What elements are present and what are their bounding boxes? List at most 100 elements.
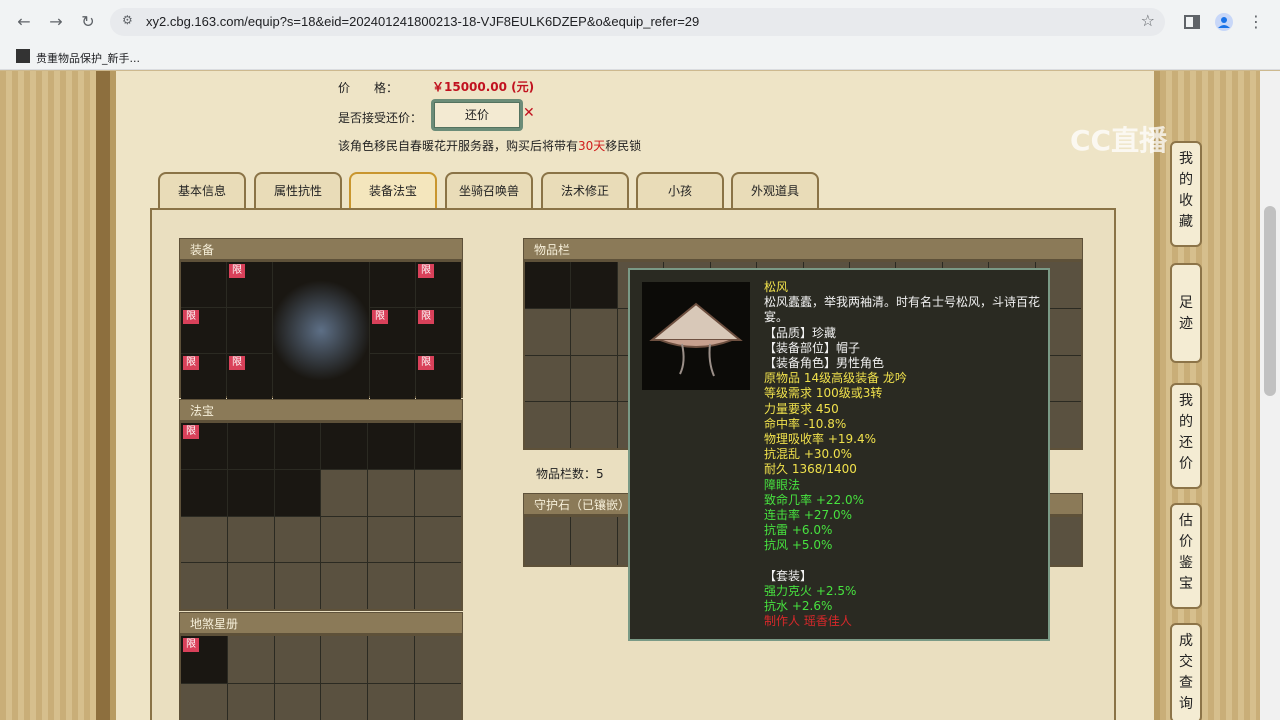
tab-equipment[interactable]: 装备法宝 <box>349 172 437 208</box>
sidebar-history[interactable]: 足迹 <box>1170 263 1202 363</box>
equipment-slot[interactable]: 限 <box>227 354 272 399</box>
tab-basic-info[interactable]: 基本信息 <box>158 172 246 208</box>
disha-slot-empty <box>181 684 227 720</box>
page-content: 价 格： ￥15000.00 (元) 是否接受还价： 还价 ✕ 该角色移民自春暖… <box>0 71 1280 720</box>
tab-attributes[interactable]: 属性抗性 <box>254 172 342 208</box>
disha-slot[interactable]: 限 <box>181 636 227 683</box>
bargain-button[interactable]: 还价 <box>431 99 523 131</box>
equipment-slot[interactable] <box>370 262 415 307</box>
sidebar-favorites[interactable]: 我的收藏 <box>1170 141 1202 247</box>
sidebar-my-bargains[interactable]: 我的还价 <box>1170 383 1202 489</box>
fabao-slot[interactable] <box>321 423 368 469</box>
fabao-slot-empty <box>227 516 274 563</box>
bookmark-star-icon[interactable]: ☆ <box>1141 11 1155 30</box>
item-desc: 松风蠹蠹，举我两袖清。时有名士号松风，斗诗百花宴。 <box>764 295 1041 325</box>
limit-badge: 限 <box>183 356 199 370</box>
fabao-slot-empty <box>415 563 461 609</box>
limit-badge: 限 <box>418 264 434 278</box>
item-phys-abs: 物理吸收率 +19.4% <box>764 432 876 447</box>
url-text: xy2.cbg.163.com/equip?s=18&eid=202401241… <box>146 14 700 29</box>
inventory-slot[interactable] <box>525 355 571 402</box>
tab-spell-mod[interactable]: 法术修正 <box>541 172 629 208</box>
fabao-slot[interactable] <box>415 423 461 469</box>
inventory-slot[interactable] <box>571 262 617 308</box>
fabao-slot[interactable]: 限 <box>181 423 227 469</box>
forward-icon[interactable]: → <box>44 10 68 34</box>
equipment-slot[interactable] <box>227 308 272 353</box>
fabao-slot[interactable] <box>181 469 227 516</box>
page-scrollbar[interactable] <box>1260 71 1280 720</box>
disha-slot-empty <box>415 636 461 683</box>
fabao-slot[interactable] <box>274 423 321 469</box>
fabao-slot[interactable] <box>227 469 274 516</box>
limit-badge: 限 <box>229 264 245 278</box>
disha-slot-empty <box>321 684 368 720</box>
equipment-slot[interactable] <box>370 354 415 399</box>
inventory-slot[interactable] <box>571 308 617 355</box>
fabao-slot[interactable] <box>274 469 321 516</box>
equipment-slot[interactable]: 限 <box>370 308 415 353</box>
sidebar-deals[interactable]: 成交查询 <box>1170 623 1202 720</box>
fabao-slot[interactable] <box>368 423 415 469</box>
inventory-slot[interactable] <box>525 262 571 308</box>
item-quality: 【品质】珍藏 <box>764 325 837 340</box>
item-role: 【装备角色】男性角色 <box>764 356 885 371</box>
guardstone-slot[interactable] <box>525 517 571 565</box>
address-bar[interactable]: ⚙ xy2.cbg.163.com/equip?s=18&eid=2024012… <box>110 8 1165 36</box>
inventory-count: 物品栏数：5 <box>536 467 604 481</box>
equipment-slot[interactable]: 限 <box>181 354 226 399</box>
item-hat-image <box>642 282 750 390</box>
bargain-disabled-icon: ✕ <box>523 105 535 121</box>
item-set-title: 【套装】 <box>764 568 813 583</box>
equipment-grid: 限 限 限 限 限 限 限 限 <box>179 260 463 399</box>
menu-icon[interactable]: ⋮ <box>1244 10 1268 34</box>
fabao-slot-empty <box>368 469 415 516</box>
site-settings-icon[interactable]: ⚙ <box>122 13 133 27</box>
sidebar-appraisal-label: 估价鉴宝 <box>1179 513 1193 592</box>
reload-icon[interactable]: ↻ <box>76 10 100 34</box>
limit-badge: 限 <box>229 356 245 370</box>
sidebar-deals-label: 成交查询 <box>1179 633 1193 712</box>
price-value: ￥15000.00 (元) <box>432 80 535 94</box>
tab-child[interactable]: 小孩 <box>636 172 724 208</box>
fabao-slot[interactable] <box>227 423 274 469</box>
sidebar-favorites-label: 我的收藏 <box>1179 151 1193 230</box>
equipment-slot[interactable]: 限 <box>416 262 461 307</box>
equipment-slot[interactable]: 限 <box>227 262 272 307</box>
disha-slot-empty <box>415 684 461 720</box>
sidebar-appraisal[interactable]: 估价鉴宝 <box>1170 503 1202 609</box>
inventory-slot[interactable] <box>571 402 617 448</box>
equipment-slot[interactable]: 限 <box>181 308 226 353</box>
fabao-slot-empty <box>181 563 227 609</box>
equipment-slot[interactable] <box>181 262 226 307</box>
equipment-slot[interactable]: 限 <box>416 354 461 399</box>
side-panel-icon[interactable] <box>1182 12 1202 32</box>
tab-appearance[interactable]: 外观道具 <box>731 172 819 208</box>
migrate-notice: 该角色移民自春暖花开服务器，购买后将带有30天移民锁 <box>338 137 641 154</box>
limit-badge: 限 <box>418 356 434 370</box>
bookmarks-bar: 贵重物品保护_新手... <box>0 44 1280 70</box>
fabao-grid: 限 <box>179 421 463 611</box>
back-icon[interactable]: ← <box>12 10 36 34</box>
fabao-slot-empty <box>181 516 227 563</box>
scroll-thumb[interactable] <box>1264 206 1276 396</box>
tab-mounts-pets[interactable]: 坐骑召唤兽 <box>445 172 533 208</box>
equipment-slot[interactable]: 限 <box>416 308 461 353</box>
fabao-slot-empty <box>227 563 274 609</box>
fabao-slot-empty <box>368 516 415 563</box>
guardstone-slot[interactable] <box>571 517 617 565</box>
item-combo: 连击率 +27.0% <box>764 508 852 523</box>
disha-slot-empty <box>227 636 274 683</box>
inventory-slot[interactable] <box>525 308 571 355</box>
item-blind: 障眼法 <box>764 477 801 492</box>
item-anti-wind: 抗风 +5.0% <box>764 538 833 553</box>
bookmark-link[interactable]: 贵重物品保护_新手... <box>36 50 140 66</box>
item-set-water: 抗水 +2.6% <box>764 599 833 614</box>
fabao-slot-empty <box>415 516 461 563</box>
inventory-slot[interactable] <box>525 402 571 448</box>
profile-icon[interactable] <box>1214 12 1234 32</box>
inventory-slot[interactable] <box>571 355 617 402</box>
limit-badge: 限 <box>372 310 388 324</box>
bargain-button-label: 还价 <box>434 102 520 128</box>
inventory-panel-title: 物品栏 <box>523 238 1083 260</box>
